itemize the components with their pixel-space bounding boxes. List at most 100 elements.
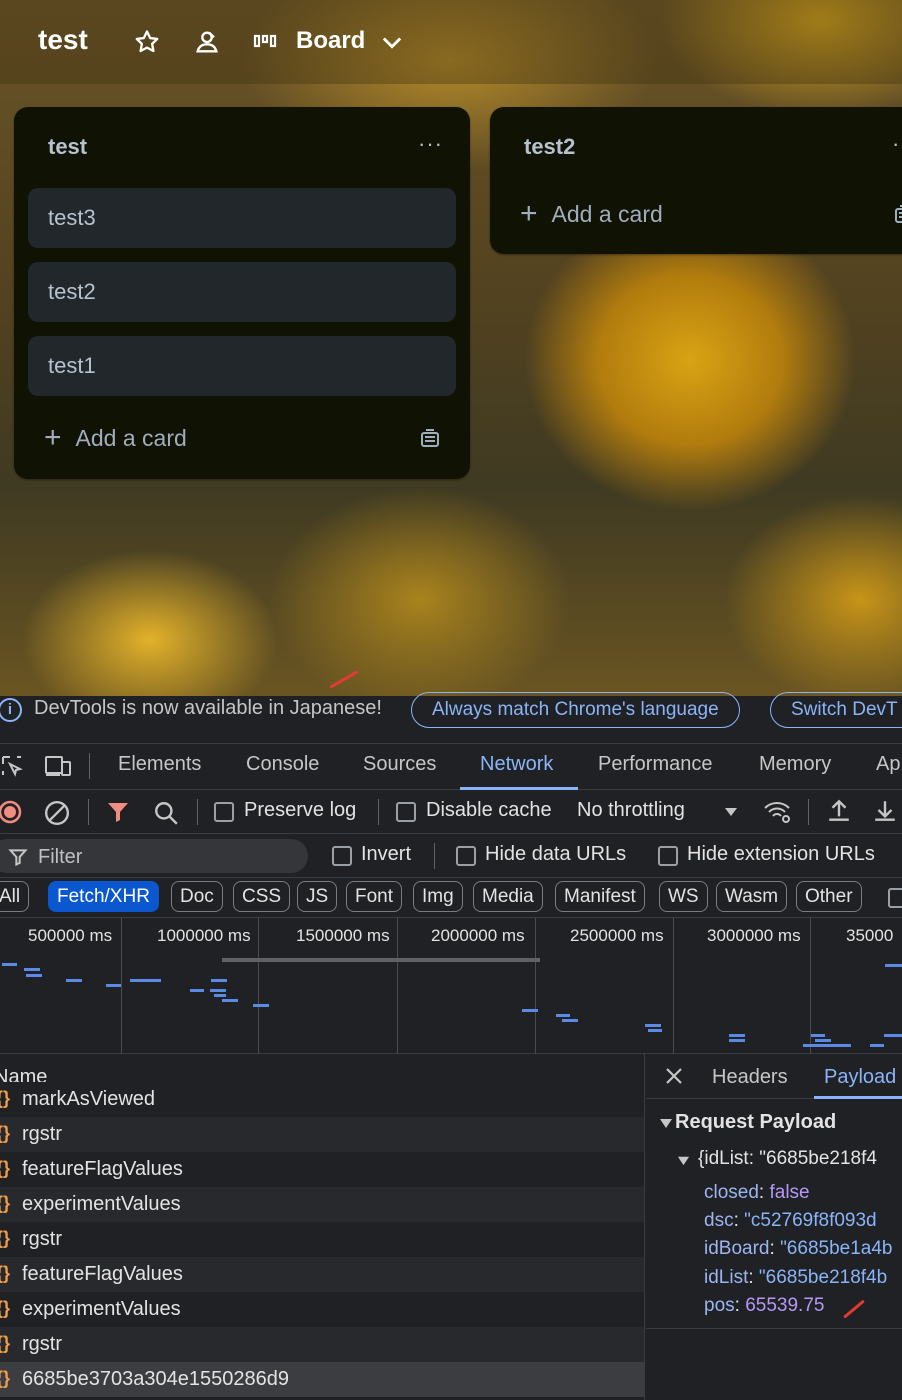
request-row[interactable]: {} rgstr bbox=[0, 1117, 644, 1152]
request-bar bbox=[729, 1034, 745, 1037]
request-detail-panel: Headers Payload Request Payload {idList:… bbox=[646, 1054, 902, 1400]
blocked-requests-checkbox[interactable] bbox=[888, 888, 902, 908]
card-template-icon[interactable] bbox=[418, 427, 442, 451]
chevron-down-icon[interactable] bbox=[378, 28, 406, 56]
type-filter-img[interactable]: Img bbox=[413, 881, 463, 912]
board-title[interactable]: test bbox=[38, 24, 88, 56]
invert-label: Invert bbox=[361, 843, 412, 865]
request-row[interactable]: {} experimentValues bbox=[0, 1187, 644, 1222]
request-bar bbox=[803, 1044, 851, 1047]
hide-data-urls-checkbox[interactable] bbox=[456, 846, 476, 866]
triangle-down-icon[interactable] bbox=[659, 1116, 673, 1130]
disable-cache-checkbox[interactable] bbox=[396, 802, 416, 822]
card-test1[interactable]: test1 bbox=[28, 336, 456, 396]
board-view-label[interactable]: Board bbox=[296, 27, 365, 55]
list-title[interactable]: test2 bbox=[524, 134, 575, 160]
request-row[interactable]: {} experimentValues bbox=[0, 1292, 644, 1327]
tab-network[interactable]: Network bbox=[480, 753, 553, 776]
type-filter-js[interactable]: JS bbox=[297, 881, 338, 912]
device-toolbar-icon[interactable] bbox=[44, 754, 72, 778]
type-filter-font[interactable]: Font bbox=[346, 881, 403, 912]
xhr-icon: {} bbox=[0, 1368, 11, 1388]
request-row[interactable]: {} featureFlagValues bbox=[0, 1257, 644, 1292]
always-match-language-button[interactable]: Always match Chrome's language bbox=[411, 692, 740, 728]
tab-application[interactable]: Ap bbox=[876, 753, 900, 776]
request-bar bbox=[648, 1029, 662, 1032]
request-bar bbox=[815, 1039, 831, 1042]
clear-icon[interactable] bbox=[44, 800, 70, 826]
tab-console[interactable]: Console bbox=[246, 753, 319, 776]
request-list: Name {} markAsViewed {} rgstr {} feature… bbox=[0, 670, 645, 1400]
add-card-button[interactable]: + Add a card bbox=[520, 197, 663, 231]
invert-checkbox[interactable] bbox=[332, 846, 352, 866]
xhr-icon: {} bbox=[0, 1123, 11, 1143]
close-icon[interactable] bbox=[664, 1066, 684, 1086]
list-menu-icon[interactable]: ··· bbox=[418, 131, 443, 157]
payload-field-closed: closed: false bbox=[704, 1182, 810, 1203]
type-filter-media[interactable]: Media bbox=[473, 881, 543, 912]
xhr-icon: {} bbox=[0, 1158, 11, 1178]
preserve-log-checkbox[interactable] bbox=[214, 802, 234, 822]
tab-elements[interactable]: Elements bbox=[118, 753, 201, 776]
request-bar bbox=[26, 974, 42, 977]
type-filter-css[interactable]: CSS bbox=[233, 881, 291, 912]
search-icon[interactable] bbox=[153, 800, 179, 826]
request-name: experimentValues bbox=[22, 1193, 181, 1215]
divider bbox=[646, 1328, 902, 1329]
members-icon[interactable] bbox=[193, 28, 221, 56]
type-filter-wasm[interactable]: Wasm bbox=[716, 881, 788, 912]
caret-down-icon[interactable] bbox=[722, 804, 740, 820]
xhr-icon: {} bbox=[0, 1193, 11, 1213]
request-bar bbox=[645, 1024, 661, 1027]
throttling-select[interactable]: No throttling bbox=[577, 799, 685, 822]
export-har-icon[interactable] bbox=[872, 798, 898, 824]
add-card-button[interactable]: + Add a card bbox=[44, 421, 187, 455]
request-row[interactable]: {} featureFlagValues bbox=[0, 1152, 644, 1187]
network-overview-timeline[interactable]: 500000 ms 1000000 ms 1500000 ms 2000000 … bbox=[0, 918, 902, 1054]
request-bar bbox=[211, 979, 227, 982]
request-row-selected[interactable]: {} 6685be3703a304e1550286d9 bbox=[0, 1362, 644, 1397]
filter-funnel-icon[interactable] bbox=[106, 800, 130, 824]
card-test2[interactable]: test2 bbox=[28, 262, 456, 322]
request-bar bbox=[522, 1009, 538, 1012]
record-stop-icon[interactable] bbox=[0, 800, 22, 824]
tab-performance[interactable]: Performance bbox=[598, 753, 713, 776]
card-template-icon[interactable] bbox=[892, 203, 902, 227]
type-filter-manifest[interactable]: Manifest bbox=[555, 881, 645, 912]
network-conditions-icon[interactable] bbox=[762, 799, 792, 825]
payload-object-summary: {idList: "6685be218f4 bbox=[698, 1148, 877, 1169]
request-row[interactable]: {} rgstr bbox=[0, 1327, 644, 1362]
request-bar bbox=[24, 968, 40, 971]
board-view-icon[interactable] bbox=[253, 28, 279, 56]
request-row[interactable]: {} rgstr bbox=[0, 1222, 644, 1257]
type-filter-fetch-xhr[interactable]: Fetch/XHR bbox=[48, 881, 159, 912]
request-name: 6685be3703a304e1550286d9 bbox=[22, 1368, 289, 1390]
hide-extension-urls-checkbox[interactable] bbox=[658, 846, 678, 866]
grid-line bbox=[535, 918, 536, 1054]
type-filter-all[interactable]: All bbox=[0, 881, 30, 912]
tab-sources[interactable]: Sources bbox=[363, 753, 436, 776]
tab-payload[interactable]: Payload bbox=[824, 1066, 896, 1089]
type-filter-other[interactable]: Other bbox=[796, 881, 862, 912]
timeline-range-selector[interactable] bbox=[222, 958, 540, 962]
filter-placeholder: Filter bbox=[38, 846, 83, 868]
inspect-element-icon[interactable] bbox=[0, 754, 24, 778]
grid-line bbox=[121, 918, 122, 1054]
triangle-down-icon[interactable] bbox=[677, 1154, 690, 1167]
request-bar bbox=[210, 989, 226, 992]
card-test3[interactable]: test3 bbox=[28, 188, 456, 248]
import-har-icon[interactable] bbox=[826, 798, 852, 824]
xhr-icon: {} bbox=[0, 1228, 11, 1248]
grid-line bbox=[258, 918, 259, 1054]
tab-headers[interactable]: Headers bbox=[712, 1066, 788, 1089]
type-filter-ws[interactable]: WS bbox=[659, 881, 708, 912]
request-row[interactable]: {} markAsViewed bbox=[0, 1082, 644, 1117]
separator bbox=[89, 753, 90, 779]
list-menu-icon[interactable]: ·· bbox=[892, 131, 902, 157]
star-icon[interactable] bbox=[133, 28, 161, 56]
switch-devtools-language-button[interactable]: Switch DevT bbox=[770, 692, 902, 728]
list-title[interactable]: test bbox=[48, 134, 87, 160]
tab-memory[interactable]: Memory bbox=[759, 753, 831, 776]
type-filter-doc[interactable]: Doc bbox=[171, 881, 223, 912]
xhr-icon: {} bbox=[0, 1088, 11, 1108]
